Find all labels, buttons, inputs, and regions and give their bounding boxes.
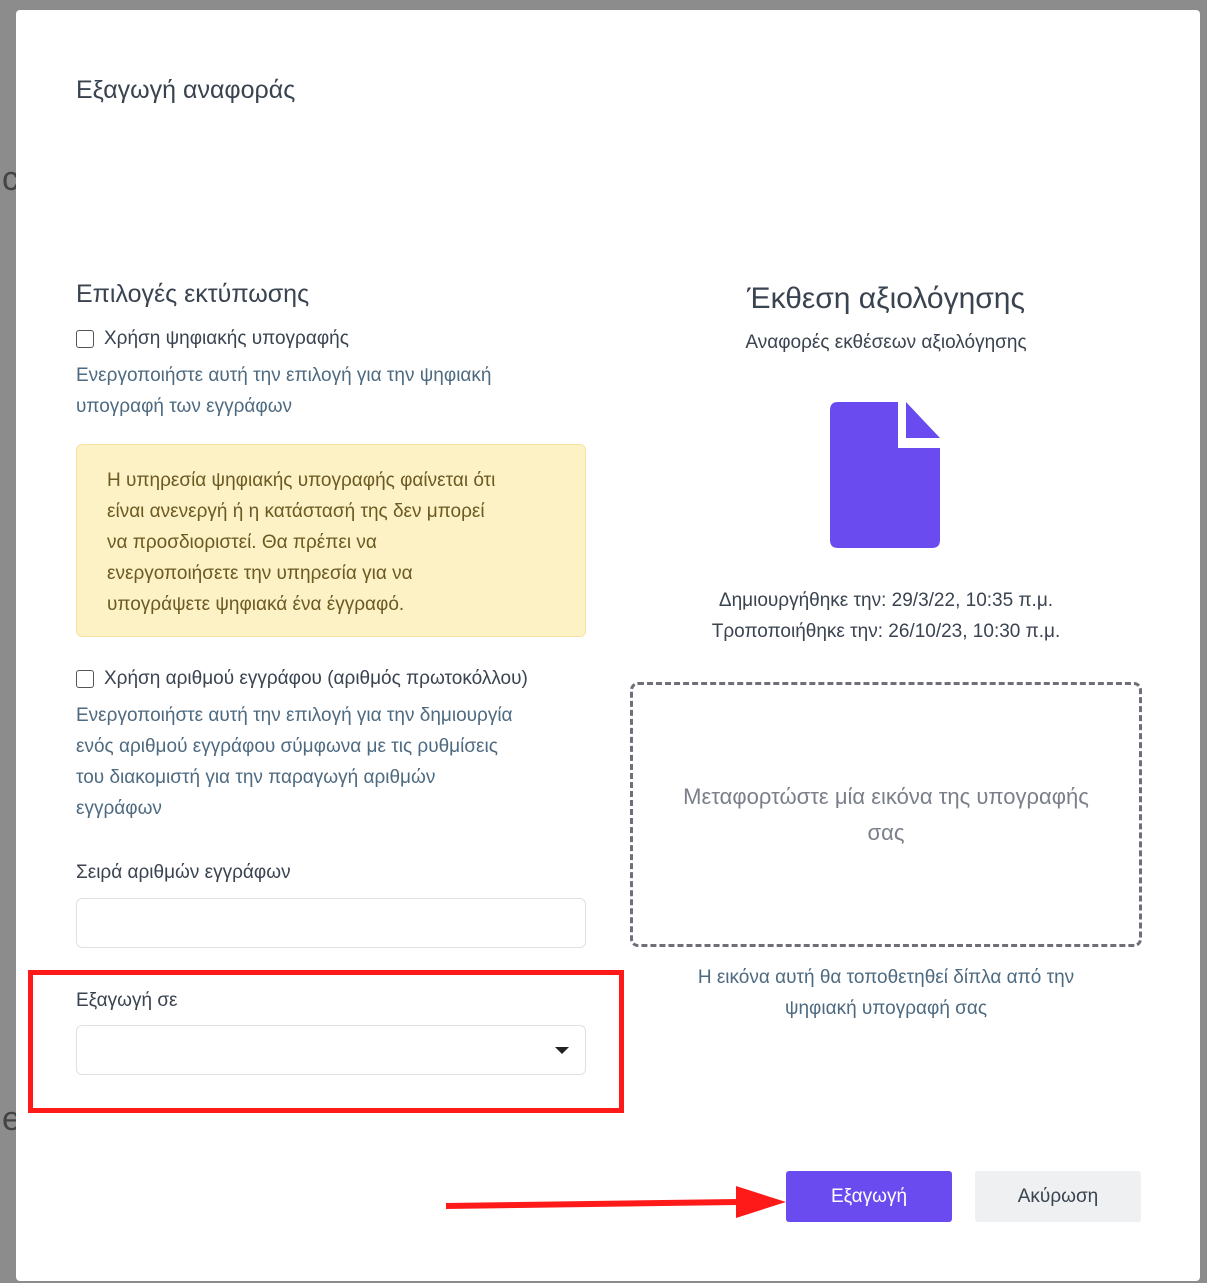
dropzone-line: σας xyxy=(867,819,905,845)
chevron-down-icon xyxy=(555,1047,569,1054)
digital-signature-checkbox[interactable] xyxy=(76,330,94,348)
export-to-label: Εξαγωγή σε xyxy=(76,990,178,1011)
dropzone-text: Μεταφορτώστε μία εικόνα της υπογραφής σα… xyxy=(683,779,1089,851)
digital-signature-help: Ενεργοποιήστε αυτή την επιλογή για την ψ… xyxy=(76,360,586,422)
hint-line: Η εικόνα αυτή θα τοποθετηθεί δίπλα από τ… xyxy=(697,967,1075,988)
export-format-select[interactable] xyxy=(76,1025,586,1075)
help-line: υπογραφή των εγγράφων xyxy=(76,396,293,417)
document-number-option[interactable]: Χρήση αριθμού εγγράφου (αριθμός πρωτοκόλ… xyxy=(76,668,528,690)
digital-signature-label: Χρήση ψηφιακής υπογραφής xyxy=(104,328,349,349)
created-date: Δημιουργήθηκε την: 29/3/22, 10:35 π.μ. xyxy=(718,590,1054,611)
alert-line: ενεργοποιήσετε την υπηρεσία για να xyxy=(107,563,413,584)
export-button[interactable]: Εξαγωγή xyxy=(786,1171,952,1222)
help-line: Ενεργοποιήστε αυτή την επιλογή για την ψ… xyxy=(76,365,492,386)
alert-line: υπογράψετε ψηφιακά ένα έγγραφό. xyxy=(107,594,405,615)
help-line: Ενεργοποιήστε αυτή την επιλογή για την δ… xyxy=(76,705,513,726)
print-options-heading: Επιλογές εκτύπωσης xyxy=(76,280,310,308)
number-series-input[interactable] xyxy=(76,898,586,948)
file-icon xyxy=(830,402,940,548)
annotation-arrow-icon xyxy=(446,1186,786,1218)
help-line: εγγράφων xyxy=(76,798,162,819)
help-line: του διακομιστή για την παραγωγή αριθμών xyxy=(76,767,436,788)
dialog-title: Εξαγωγή αναφοράς xyxy=(76,76,296,104)
report-subtitle: Αναφορές εκθέσεων αξιολόγησης xyxy=(745,332,1027,353)
alert-line: Η υπηρεσία ψηφιακής υπογραφής φαίνεται ό… xyxy=(107,470,496,491)
report-title: Έκθεση αξιολόγησης xyxy=(747,282,1025,315)
alert-line: να προσδιοριστεί. Θα πρέπει να xyxy=(107,532,377,553)
export-report-dialog: Εξαγωγή αναφοράς Επιλογές εκτύπωσης Χρήσ… xyxy=(16,10,1200,1281)
document-number-checkbox[interactable] xyxy=(76,670,94,688)
signature-service-warning: Η υπηρεσία ψηφιακής υπογραφής φαίνεται ό… xyxy=(76,444,586,637)
document-number-help: Ενεργοποιήστε αυτή την επιλογή για την δ… xyxy=(76,700,586,824)
digital-signature-option[interactable]: Χρήση ψηφιακής υπογραφής xyxy=(76,328,349,350)
number-series-label: Σειρά αριθμών εγγράφων xyxy=(76,862,291,883)
dropzone-line: Μεταφορτώστε μία εικόνα της υπογραφής xyxy=(683,783,1089,809)
alert-line: είναι ανενεργή ή η κατάστασή της δεν μπο… xyxy=(107,501,485,522)
dropzone-hint: Η εικόνα αυτή θα τοποθετηθεί δίπλα από τ… xyxy=(656,962,1116,1024)
document-number-label: Χρήση αριθμού εγγράφου (αριθμός πρωτοκόλ… xyxy=(104,668,528,689)
hint-line: ψηφιακή υπογραφή σας xyxy=(784,998,988,1019)
modified-date: Τροποποιήθηκε την: 26/10/23, 10:30 π.μ. xyxy=(711,621,1061,642)
signature-image-dropzone[interactable]: Μεταφορτώστε μία εικόνα της υπογραφής σα… xyxy=(630,682,1142,947)
cancel-button[interactable]: Ακύρωση xyxy=(975,1171,1141,1222)
help-line: ενός αριθμού εγγράφου σύμφωνα με τις ρυθ… xyxy=(76,736,498,757)
